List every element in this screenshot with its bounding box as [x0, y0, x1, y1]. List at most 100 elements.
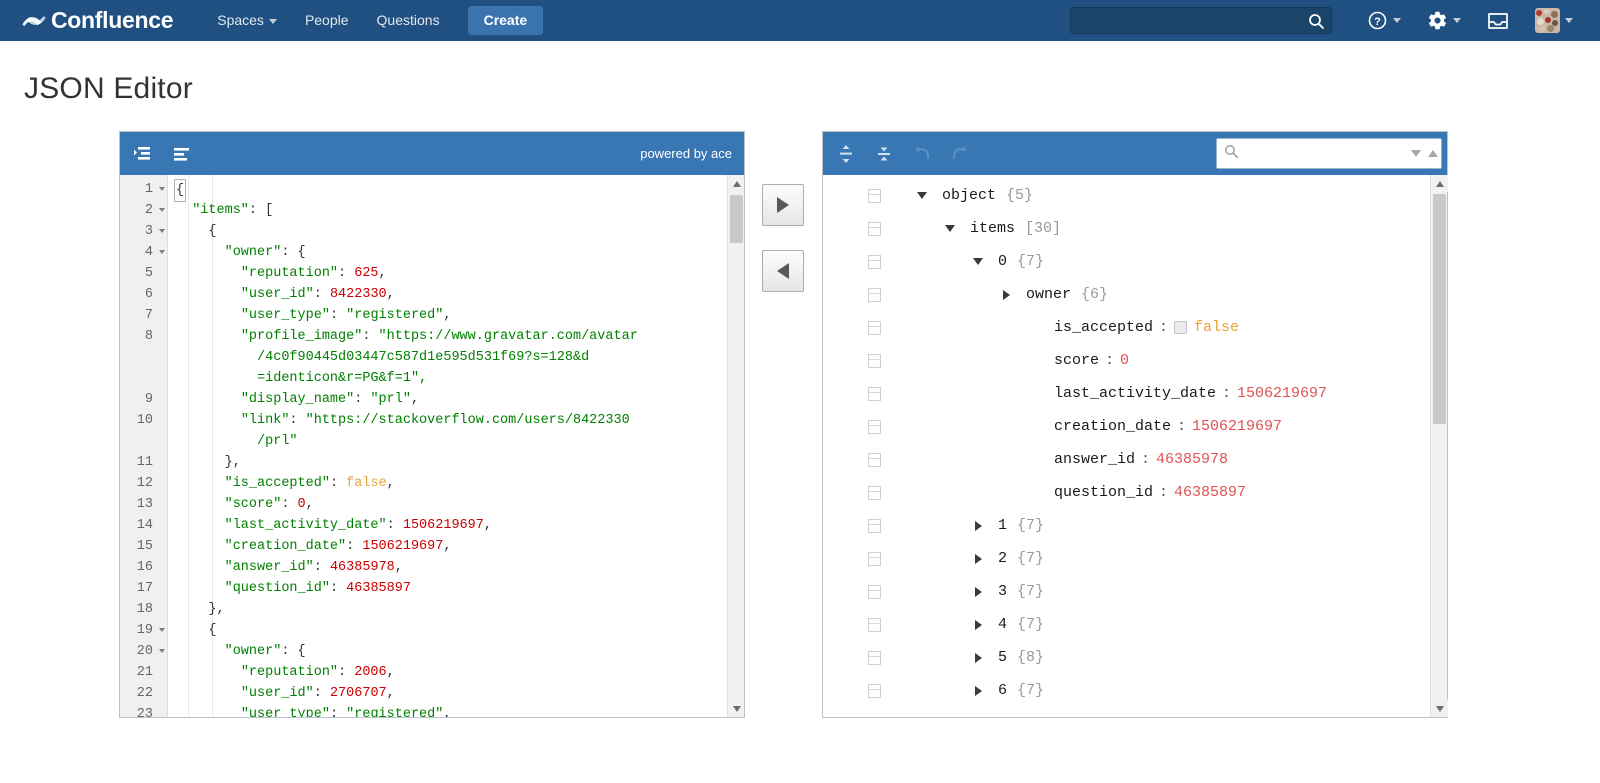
tree-key[interactable]: answer_id — [1054, 451, 1135, 468]
drag-handle-icon[interactable] — [868, 518, 881, 533]
tree-value[interactable]: 1506219697 — [1192, 418, 1282, 435]
tree-row[interactable]: question_id:46385897 — [823, 476, 1447, 509]
scrollbar-thumb[interactable] — [1433, 194, 1446, 424]
tree-key[interactable]: items — [970, 220, 1015, 237]
search-input[interactable] — [1071, 8, 1331, 33]
nav-item-questions[interactable]: Questions — [363, 0, 454, 41]
tree-key[interactable]: creation_date — [1054, 418, 1171, 435]
tree-key[interactable]: is_accepted — [1054, 319, 1153, 336]
tree-value[interactable]: 46385978 — [1156, 451, 1228, 468]
global-search[interactable] — [1070, 7, 1332, 34]
drag-handle-icon[interactable] — [868, 452, 881, 467]
fold-toggle-icon[interactable] — [159, 649, 165, 653]
tree-expand-toggle[interactable] — [941, 225, 959, 232]
tree-row[interactable]: 5 {8} — [823, 641, 1447, 674]
collapse-all-button[interactable] — [869, 139, 899, 169]
fold-toggle-icon[interactable] — [159, 187, 165, 191]
tree-row[interactable]: answer_id:46385978 — [823, 443, 1447, 476]
drag-handle-icon[interactable] — [868, 584, 881, 599]
drag-handle-icon[interactable] — [868, 221, 881, 236]
tree-row[interactable]: last_activity_date:1506219697 — [823, 377, 1447, 410]
tree-row[interactable]: owner {6} — [823, 278, 1447, 311]
drag-handle-icon[interactable] — [868, 683, 881, 698]
scroll-up-button[interactable] — [728, 175, 744, 192]
tree-key[interactable]: 2 — [998, 550, 1007, 567]
tree-key[interactable]: owner — [1026, 286, 1071, 303]
tree-row[interactable]: 0 {7} — [823, 245, 1447, 278]
fold-toggle-icon[interactable] — [159, 250, 165, 254]
tree-key[interactable]: 5 — [998, 649, 1007, 666]
notifications-inbox-button[interactable] — [1487, 11, 1509, 31]
drag-handle-icon[interactable] — [868, 287, 881, 302]
drag-handle-icon[interactable] — [868, 353, 881, 368]
drag-handle-icon[interactable] — [868, 485, 881, 500]
tree-key[interactable]: last_activity_date — [1054, 385, 1216, 402]
drag-handle-icon[interactable] — [868, 650, 881, 665]
tree-row[interactable]: 3 {7} — [823, 575, 1447, 608]
undo-button[interactable] — [907, 139, 937, 169]
tree-expand-toggle[interactable] — [969, 586, 987, 597]
tree-expand-toggle[interactable] — [969, 553, 987, 564]
tree-key[interactable]: score — [1054, 352, 1099, 369]
drag-handle-icon[interactable] — [868, 419, 881, 434]
tree-row[interactable]: 2 {7} — [823, 542, 1447, 575]
json-tree-search-input[interactable] — [1243, 139, 1407, 168]
tree-value[interactable]: 46385897 — [1174, 484, 1246, 501]
tree-key[interactable]: object — [942, 187, 996, 204]
tree-value[interactable]: false — [1194, 319, 1239, 336]
drag-handle-icon[interactable] — [868, 254, 881, 269]
tree-row[interactable]: 4 {7} — [823, 608, 1447, 641]
format-json-button[interactable] — [128, 139, 158, 169]
tree-key[interactable]: 0 — [998, 253, 1007, 270]
code-editor-scrollbar[interactable] — [727, 175, 744, 717]
tree-key[interactable]: 6 — [998, 682, 1007, 699]
code-content[interactable]: { "items": [ { "owner": { "reputation": … — [168, 175, 744, 717]
drag-handle-icon[interactable] — [868, 188, 881, 203]
tree-expand-toggle[interactable] — [913, 192, 931, 199]
compact-json-button[interactable] — [166, 139, 196, 169]
fold-toggle-icon[interactable] — [159, 208, 165, 212]
transfer-right-button[interactable] — [762, 184, 804, 226]
tree-key[interactable]: question_id — [1054, 484, 1153, 501]
tree-row[interactable]: creation_date:1506219697 — [823, 410, 1447, 443]
json-tree-search[interactable] — [1216, 138, 1442, 169]
tree-expand-toggle[interactable] — [969, 258, 987, 265]
json-tree-scrollbar[interactable] — [1430, 175, 1448, 717]
tree-value-checkbox[interactable] — [1174, 321, 1188, 334]
tree-row[interactable]: items [30] — [823, 212, 1447, 245]
tree-value[interactable]: 1506219697 — [1237, 385, 1327, 402]
scroll-up-button[interactable] — [1431, 175, 1448, 192]
help-menu[interactable]: ? — [1367, 10, 1401, 31]
tree-row[interactable]: object {5} — [823, 179, 1447, 212]
fold-toggle-icon[interactable] — [159, 229, 165, 233]
tree-key[interactable]: 1 — [998, 517, 1007, 534]
settings-menu[interactable] — [1427, 10, 1461, 31]
search-icon[interactable] — [1308, 13, 1325, 30]
scrollbar-thumb[interactable] — [730, 195, 743, 243]
tree-row[interactable]: 6 {7} — [823, 674, 1447, 707]
drag-handle-icon[interactable] — [868, 386, 881, 401]
tree-row[interactable]: is_accepted: false — [823, 311, 1447, 344]
tree-expand-toggle[interactable] — [969, 652, 987, 663]
tree-key[interactable]: 4 — [998, 616, 1007, 633]
expand-all-button[interactable] — [831, 139, 861, 169]
search-next-button[interactable] — [1407, 139, 1424, 168]
nav-item-spaces[interactable]: Spaces — [203, 0, 291, 41]
tree-expand-toggle[interactable] — [969, 619, 987, 630]
drag-handle-icon[interactable] — [868, 551, 881, 566]
search-prev-button[interactable] — [1424, 139, 1441, 168]
tree-row[interactable]: score:0 — [823, 344, 1447, 377]
redo-button[interactable] — [945, 139, 975, 169]
transfer-left-button[interactable] — [762, 250, 804, 292]
scroll-down-button[interactable] — [1431, 700, 1448, 717]
drag-handle-icon[interactable] — [868, 320, 881, 335]
tree-expand-toggle[interactable] — [969, 520, 987, 531]
scroll-down-button[interactable] — [728, 700, 744, 717]
tree-key[interactable]: 3 — [998, 583, 1007, 600]
tree-row[interactable]: 1 {7} — [823, 509, 1447, 542]
tree-expand-toggle[interactable] — [997, 289, 1015, 300]
tree-expand-toggle[interactable] — [969, 685, 987, 696]
create-button[interactable]: Create — [467, 6, 544, 35]
code-editor-body[interactable]: 1 2 3 4 5 6 7 8 9 10 11 12 13 14 15 16 17 18 19 20 21 22 23 { … — [120, 175, 744, 717]
json-tree-body[interactable]: object {5} items [30] 0 {7} owner {6} is_accepte… — [823, 175, 1447, 717]
